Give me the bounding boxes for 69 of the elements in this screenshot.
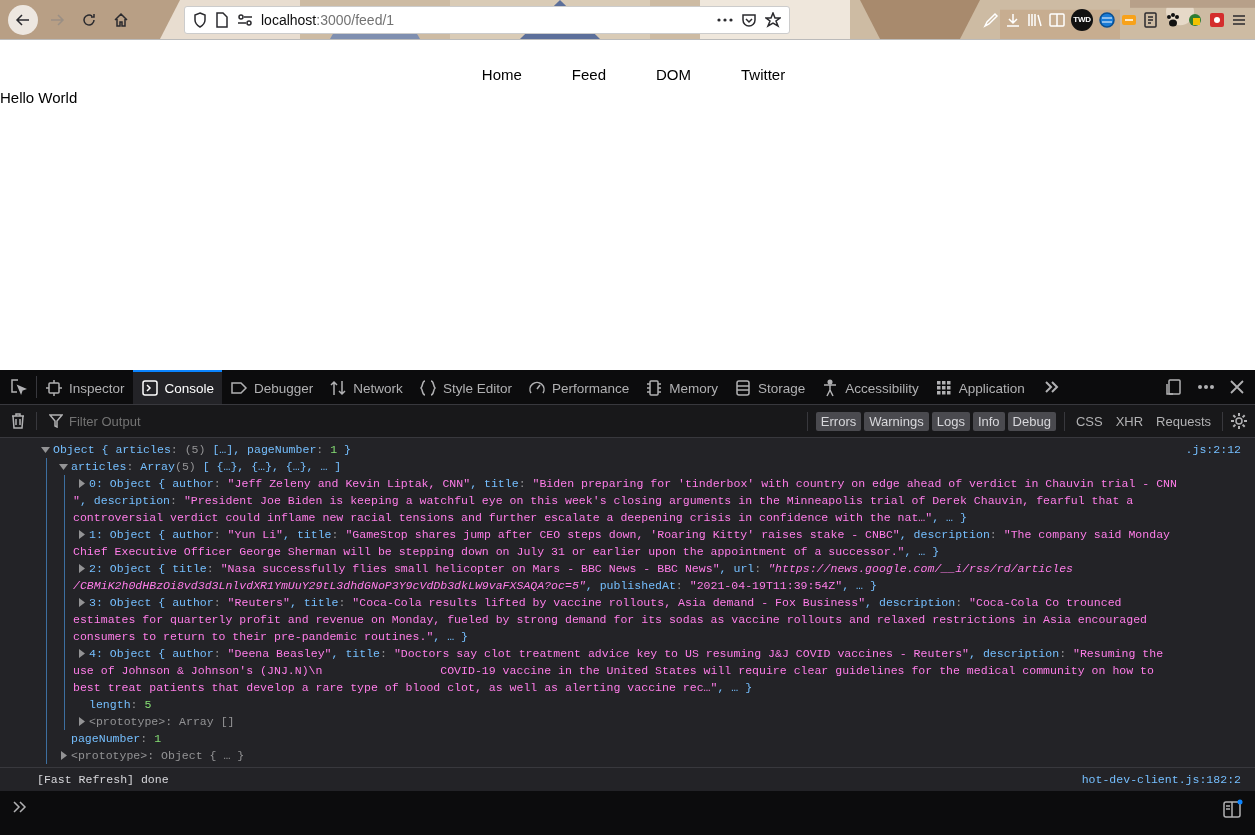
element-picker-icon[interactable] — [9, 378, 27, 396]
disclosure-triangle-icon — [77, 530, 86, 539]
star-icon[interactable] — [765, 11, 781, 28]
storage-icon — [733, 379, 752, 397]
devtools-tab[interactable]: Network — [321, 370, 411, 404]
nav-link[interactable]: Home — [481, 66, 522, 83]
log-level-toggle[interactable]: Errors — [815, 411, 862, 431]
reload-icon[interactable] — [81, 11, 97, 28]
page-text: Hello World — [0, 89, 79, 106]
object-tree-row[interactable]: articles: Array(5) [ {…}, {…}, {…}, … ] — [55, 458, 1178, 475]
back-arrow-icon[interactable] — [15, 11, 31, 28]
nav-link[interactable]: DOM — [656, 66, 691, 83]
request-filter-toggle[interactable]: XHR — [1110, 411, 1149, 431]
filter-icon — [49, 414, 63, 428]
console-icon — [140, 379, 159, 397]
settings-icon[interactable] — [1230, 412, 1248, 430]
disclosure-triangle-icon — [77, 598, 86, 607]
shield-icon — [193, 11, 207, 28]
object-tree-row[interactable]: <prototype>: Object { … } — [55, 747, 1178, 764]
disclosure-triangle-icon — [59, 751, 68, 760]
puzzle-icon[interactable] — [1187, 11, 1203, 28]
close-icon[interactable] — [1229, 379, 1245, 395]
url-text[interactable]: localhost:3000/feed/1 — [261, 11, 395, 28]
source-link[interactable]: .js:2:12 — [1185, 441, 1241, 764]
inspector-icon — [45, 379, 63, 397]
devtools-tab[interactable]: Application — [926, 370, 1033, 404]
log-level-toggle[interactable]: Debug — [1007, 411, 1056, 431]
braces-icon — [418, 379, 437, 397]
devtools-tab[interactable]: Inspector — [37, 370, 133, 404]
grid-icon — [934, 379, 953, 397]
note-icon[interactable] — [1143, 11, 1159, 28]
filter-field[interactable]: Filter Output — [67, 412, 271, 430]
devtools-tab[interactable]: Console — [132, 370, 223, 404]
devtools-tab[interactable]: Storage — [725, 370, 814, 404]
devtools-tab[interactable]: Debugger — [222, 370, 322, 404]
devtools-tab[interactable]: Accessibility — [813, 370, 927, 404]
object-tree-row[interactable]: <prototype>: Array [] — [73, 713, 1178, 730]
permissions-icon[interactable] — [237, 11, 253, 28]
disclosure-triangle-icon — [77, 717, 86, 726]
home-icon[interactable] — [113, 11, 129, 28]
devtools-tab[interactable]: Performance — [519, 370, 638, 404]
trash-icon[interactable] — [10, 412, 26, 430]
chip-icon — [645, 379, 664, 397]
nav-link[interactable]: Twitter — [741, 66, 786, 83]
devtools-tab[interactable]: Style Editor — [410, 370, 520, 404]
log-level-toggle[interactable]: Warnings — [864, 411, 929, 431]
log-level-toggle[interactable]: Logs — [931, 411, 970, 431]
page-icon[interactable] — [215, 11, 229, 28]
sidebar-toggle-icon[interactable] — [1223, 799, 1243, 819]
disclosure-triangle-icon — [77, 564, 86, 573]
disclosure-triangle-icon — [77, 649, 86, 658]
request-filter-toggle[interactable]: CSS — [1070, 411, 1108, 431]
devtools-tab[interactable]: Memory — [637, 370, 726, 404]
nav-link[interactable]: Feed — [571, 66, 606, 83]
source-link[interactable]: hot-dev-client.js:182:2 — [1081, 771, 1241, 788]
globe-icon[interactable] — [1099, 11, 1115, 28]
request-filter-toggle[interactable]: Requests — [1151, 411, 1216, 431]
dock-icon[interactable] — [1165, 378, 1183, 396]
up-down-arrows-icon — [329, 379, 348, 397]
overflow-chevrons-icon[interactable] — [1042, 379, 1059, 395]
tag-icon — [230, 379, 249, 397]
console-entry: pageNumber: 1 — [70, 731, 163, 747]
pocket-icon[interactable] — [741, 11, 757, 28]
console-entry: length: 5 — [88, 697, 153, 713]
paw-icon[interactable] — [1165, 11, 1181, 28]
object-tree-row[interactable]: Object { articles: (5) […], pageNumber: 1 } — [37, 441, 1178, 458]
log-level-toggle[interactable]: Info — [972, 411, 1005, 431]
console-message: [Fast Refresh] done — [37, 772, 170, 788]
prompt-chevrons-icon — [12, 799, 28, 815]
